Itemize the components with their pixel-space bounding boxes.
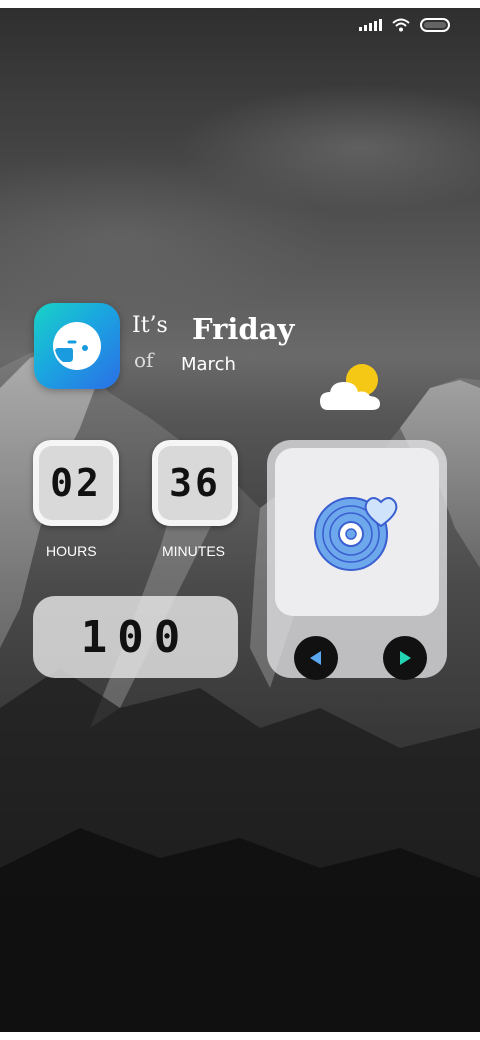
prev-icon <box>310 651 321 665</box>
music-widget[interactable] <box>267 440 447 680</box>
partly-sunny-icon <box>320 364 380 410</box>
hours-display: 02 <box>33 440 119 526</box>
music-cover[interactable] <box>275 448 439 616</box>
day-label: Friday <box>192 312 295 346</box>
hours-value: 02 <box>39 446 113 520</box>
minutes-label: MINUTES <box>162 543 225 559</box>
prev-button[interactable] <box>294 636 338 680</box>
wifi-icon <box>392 18 410 32</box>
status-bar <box>359 18 450 32</box>
face-icon <box>53 322 101 370</box>
vinyl-heart-icon <box>314 497 398 571</box>
minutes-display: 36 <box>152 440 238 526</box>
signal-icon <box>359 19 382 31</box>
home-screen: It’s of Friday March 02 36 HOURS MINUTES… <box>0 8 480 1032</box>
of-label: of <box>134 348 154 372</box>
next-button[interactable] <box>383 636 427 680</box>
next-icon <box>400 651 411 665</box>
hours-label: HOURS <box>46 543 97 559</box>
counter-widget[interactable]: 100 <box>33 596 238 678</box>
month-label: March <box>181 354 236 375</box>
minutes-value: 36 <box>158 446 232 520</box>
battery-icon <box>420 18 450 32</box>
its-label: It’s <box>132 313 168 338</box>
face-app-icon[interactable] <box>34 303 120 389</box>
